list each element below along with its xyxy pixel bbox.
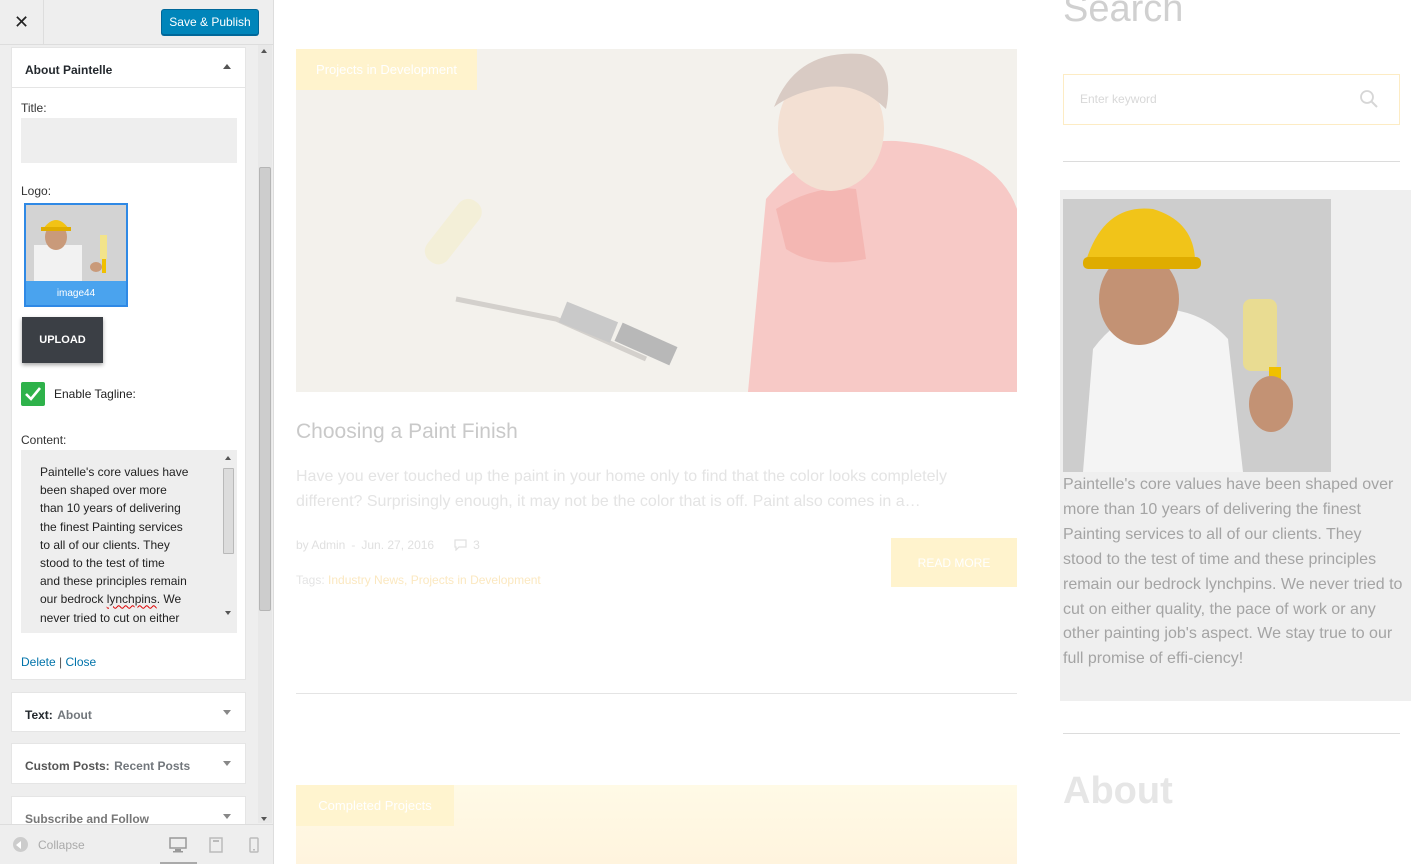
logo-field-label: Logo:	[21, 184, 52, 198]
widget-type: Custom Posts:	[25, 759, 110, 773]
content-line: been shaped over more	[40, 483, 167, 498]
comment-icon	[454, 539, 467, 551]
content-line: and these principles remain	[40, 574, 187, 589]
widgets-list: About Paintelle Title: Logo: image44 UPL…	[11, 45, 247, 825]
textarea-scrollbar[interactable]	[222, 452, 235, 617]
recent-posts-widget[interactable]: Custom Posts: Recent Posts	[11, 743, 246, 784]
delete-link[interactable]: Delete	[21, 655, 56, 669]
logo-caption: image44	[26, 281, 126, 305]
about-widget-heading: About	[1063, 770, 1173, 812]
about-widget-panel: About Paintelle Title: Logo: image44 UPL…	[11, 47, 246, 680]
sidebar-scrollbar[interactable]	[258, 45, 272, 823]
search-box[interactable]: Enter keyword	[1063, 74, 1400, 125]
comment-count[interactable]: 3	[473, 538, 480, 552]
post-tags: Tags: Industry News, Projects in Develop…	[296, 573, 541, 587]
post-featured-image[interactable]	[296, 49, 1017, 392]
content-line: our bedrock lynchpins. We	[40, 590, 210, 608]
about-widget-text: Paintelle's core values have been shaped…	[1063, 476, 1403, 668]
textarea-scroll-thumb[interactable]	[223, 468, 234, 554]
post-category-badge[interactable]: Projects in Development	[296, 49, 477, 90]
scroll-up-icon[interactable]	[261, 49, 267, 53]
painter-with-roller-photo	[1063, 199, 1331, 472]
text-about-widget[interactable]: Text: About	[11, 692, 246, 732]
collapse-icon	[13, 837, 28, 852]
logo-painter-image	[26, 205, 126, 281]
save-publish-button[interactable]: Save & Publish	[161, 9, 259, 35]
expand-arrow-icon[interactable]	[223, 814, 231, 819]
post-title[interactable]: Choosing a Paint Finish	[296, 420, 518, 444]
post-divider	[296, 693, 1017, 694]
content-line: than 10 years of delivering	[40, 501, 181, 516]
search-widget-heading: Search	[1063, 0, 1184, 30]
read-more-button[interactable]: READ MORE	[891, 538, 1017, 587]
content-line: Paintelle's core values have	[40, 465, 189, 479]
painter-photo	[296, 49, 1017, 392]
collapse-label: Collapse	[38, 837, 85, 852]
customizer-sidebar: ✕ Save & Publish About Paintelle Title: …	[0, 0, 274, 864]
widget-name: Recent Posts	[114, 759, 191, 773]
content-line: never tried to cut on either	[40, 610, 180, 625]
close-customizer-button[interactable]: ✕	[0, 0, 44, 44]
customizer-header: ✕ Save & Publish	[0, 0, 273, 45]
post-excerpt: Have you ever touched up the paint in yo…	[296, 468, 948, 510]
close-icon: ✕	[13, 11, 30, 32]
title-input[interactable]	[21, 118, 237, 163]
collapse-arrow-icon[interactable]	[223, 64, 231, 69]
enable-tagline-label: Enable Tagline:	[54, 387, 136, 401]
post-meta: by Admin - Jun. 27, 2016 3	[296, 538, 480, 552]
about-widget-image	[1063, 199, 1331, 472]
misspelled-word: lynchpins	[106, 592, 157, 607]
tablet-preview-icon[interactable]	[209, 837, 223, 853]
sidebar-divider	[1063, 733, 1400, 734]
content-line: stood to the test of time	[40, 556, 165, 571]
post-author[interactable]: by Admin	[296, 538, 345, 552]
collapse-button[interactable]: Collapse	[13, 837, 85, 852]
link-separator: |	[59, 655, 63, 669]
widget-name: About	[57, 708, 92, 722]
scroll-down-icon[interactable]	[225, 611, 231, 615]
content-field-label: Content:	[21, 433, 67, 447]
content-line-part: . We	[156, 592, 182, 607]
subscribe-follow-widget[interactable]: Subscribe and Follow	[11, 796, 246, 825]
about-widget-title: About Paintelle	[25, 63, 113, 77]
widget-type: Text:	[25, 708, 53, 722]
about-widget-header[interactable]: About Paintelle	[12, 48, 245, 88]
logo-thumbnail[interactable]: image44	[24, 203, 128, 307]
upload-button[interactable]: UPLOAD	[22, 317, 103, 363]
search-icon[interactable]	[1359, 89, 1379, 109]
search-input[interactable]: Enter keyword	[1080, 92, 1157, 106]
expand-arrow-icon[interactable]	[223, 761, 231, 766]
expand-arrow-icon[interactable]	[223, 710, 231, 715]
content-text: Paintelle's core values have been shaped…	[40, 463, 210, 627]
enable-tagline-checkbox[interactable]	[21, 382, 45, 406]
desktop-preview-icon[interactable]	[169, 837, 187, 853]
sidebar-scroll-thumb[interactable]	[259, 167, 271, 611]
sidebar-divider	[1063, 161, 1400, 162]
site-preview: Projects in Development Choosing a Paint…	[274, 0, 1419, 864]
close-link[interactable]: Close	[66, 655, 97, 669]
tag-links[interactable]: Industry News, Projects in Development	[328, 573, 541, 587]
post-date: Jun. 27, 2016	[361, 538, 435, 552]
checkmark-icon	[25, 387, 41, 401]
mobile-preview-icon[interactable]	[249, 837, 259, 853]
meta-separator: -	[351, 538, 356, 552]
content-line-part: our bedrock	[40, 592, 107, 607]
widget-actions: Delete | Close	[21, 655, 96, 669]
content-line: to all of our clients. They	[40, 537, 170, 552]
content-textarea[interactable]: Paintelle's core values have been shaped…	[21, 450, 237, 633]
tags-label: Tags:	[296, 573, 329, 587]
scroll-up-icon[interactable]	[225, 456, 231, 460]
title-field-label: Title:	[21, 101, 47, 115]
second-post-badge[interactable]: Completed Projects	[296, 785, 454, 826]
customizer-footer: Collapse	[0, 824, 273, 864]
scroll-down-icon[interactable]	[261, 817, 267, 821]
content-line: the finest Painting services	[40, 519, 183, 534]
